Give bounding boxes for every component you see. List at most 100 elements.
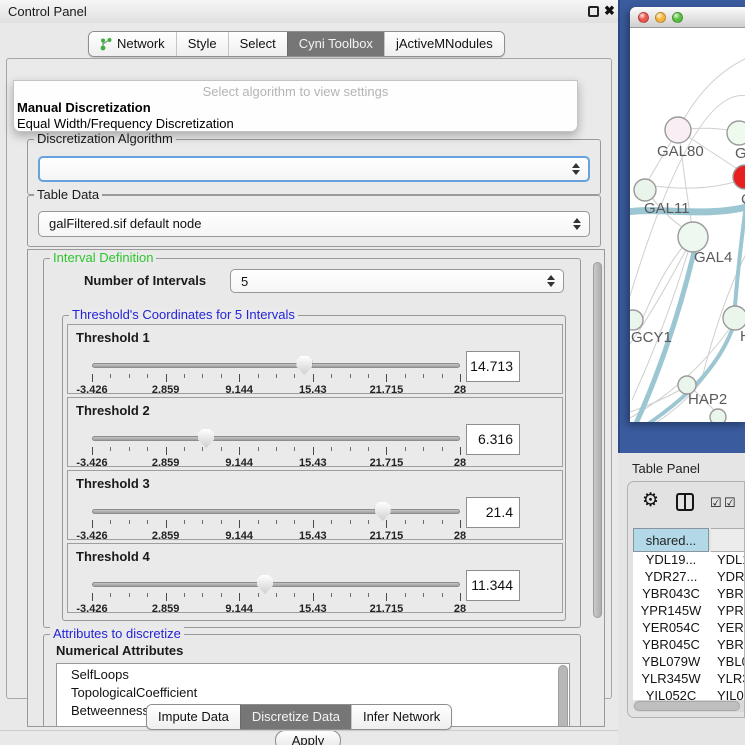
node-label: HAP2 bbox=[688, 391, 727, 408]
column-header-shared[interactable]: shared... bbox=[633, 528, 709, 552]
float-window-icon[interactable] bbox=[588, 6, 599, 17]
node-label: GAL11 bbox=[644, 200, 690, 217]
tab-cyni-toolbox[interactable]: Cyni Toolbox bbox=[287, 32, 384, 56]
tick-mark bbox=[350, 520, 351, 524]
tick-label: 9.144 bbox=[217, 530, 261, 542]
tick-mark bbox=[92, 520, 93, 528]
threshold-row-1: Threshold 1-3.4262.8599.14415.4321.71528… bbox=[67, 324, 563, 394]
threshold-value-field[interactable]: 11.344 bbox=[466, 570, 520, 601]
table-row[interactable]: YDL19...YDL1 bbox=[633, 552, 745, 569]
algorithm-combobox[interactable] bbox=[38, 156, 590, 182]
network-window[interactable]: GAL80GACGAL11GAL4GCY1HAHAP2 bbox=[630, 7, 745, 422]
checkbox-icon[interactable]: ☑ bbox=[710, 495, 722, 511]
tick-mark bbox=[460, 593, 461, 601]
algorithm-option-equal-width[interactable]: Equal Width/Frequency Discretization bbox=[17, 116, 234, 131]
threshold-value-field[interactable]: 6.316 bbox=[466, 424, 520, 455]
network-node-gal4[interactable] bbox=[678, 222, 708, 252]
algorithm-option-manual[interactable]: Manual Discretization bbox=[17, 100, 151, 115]
mac-minimize-button[interactable] bbox=[655, 12, 666, 23]
tick-label: 2.859 bbox=[144, 530, 188, 542]
network-edge-highlight bbox=[735, 198, 745, 306]
network-node[interactable] bbox=[710, 409, 726, 422]
tick-mark bbox=[202, 447, 203, 451]
tab-label: Select bbox=[240, 32, 276, 56]
network-node-gal11[interactable] bbox=[634, 179, 656, 201]
list-scrollbar[interactable] bbox=[558, 665, 568, 727]
tab-label: jActiveMNodules bbox=[396, 32, 493, 56]
threshold-slider-3[interactable]: -3.4262.8599.14415.4321.71528 bbox=[92, 501, 460, 539]
tab-network[interactable]: Network bbox=[89, 32, 176, 56]
gear-icon[interactable]: ⚙ bbox=[642, 489, 659, 512]
horizontal-scrollbar[interactable] bbox=[633, 700, 745, 712]
table-row[interactable]: YDR27...YDR2 bbox=[633, 569, 745, 586]
column-header-name[interactable]: na bbox=[711, 528, 745, 552]
threshold-value-field[interactable]: 14.713 bbox=[466, 351, 520, 382]
node-label: GCY1 bbox=[631, 329, 672, 346]
tick-mark bbox=[442, 593, 443, 597]
cell-shared-name: YPR145W bbox=[633, 603, 709, 618]
threshold-value-field[interactable]: 21.4 bbox=[466, 497, 520, 528]
tick-label: 28 bbox=[438, 457, 482, 469]
tick-label: 2.859 bbox=[144, 457, 188, 469]
checkbox-icon[interactable]: ☑ bbox=[724, 495, 736, 511]
mac-close-button[interactable] bbox=[638, 12, 649, 23]
threshold-coordinates-group: Threshold's Coordinates for 5 Intervals … bbox=[62, 315, 566, 621]
node-label: HA bbox=[740, 328, 745, 345]
tick-label: 15.43 bbox=[291, 603, 335, 615]
network-node-gcy1[interactable] bbox=[630, 310, 643, 330]
network-canvas[interactable]: GAL80GACGAL11GAL4GCY1HAHAP2 bbox=[630, 28, 745, 422]
network-icon bbox=[100, 37, 112, 51]
table-body: YDL19...YDL1YDR27...YDR2YBR043CYBR0YPR14… bbox=[633, 552, 745, 700]
network-window-titlebar bbox=[630, 7, 745, 28]
slider-thumb[interactable] bbox=[198, 429, 214, 448]
table-row[interactable]: YBR045CYBR0 bbox=[633, 637, 745, 654]
bottom-tab-bar: Impute DataDiscretize Data Infer Network bbox=[146, 704, 452, 730]
table-row[interactable]: YER054CYER0 bbox=[633, 620, 745, 637]
cell-name: YIL0 bbox=[717, 688, 744, 700]
list-item[interactable]: SelfLoops bbox=[57, 666, 569, 684]
threshold-slider-1[interactable]: -3.4262.8599.14415.4321.71528 bbox=[92, 355, 460, 393]
network-node-gal80[interactable] bbox=[665, 117, 691, 143]
number-of-intervals-combobox[interactable]: 5 bbox=[230, 269, 564, 293]
table-row[interactable]: YBL079WYBL0 bbox=[633, 654, 745, 671]
apply-button[interactable]: Apply bbox=[275, 730, 341, 745]
close-icon[interactable]: ✖ bbox=[604, 3, 615, 19]
network-node-c[interactable] bbox=[733, 165, 745, 189]
scrollbar-thumb[interactable] bbox=[634, 701, 740, 711]
slider-track bbox=[92, 436, 460, 441]
bottom-tab-discretize-data[interactable]: Discretize Data bbox=[240, 705, 351, 729]
threshold-slider-2[interactable]: -3.4262.8599.14415.4321.71528 bbox=[92, 428, 460, 466]
tab-jactivemnodules[interactable]: jActiveMNodules bbox=[384, 32, 504, 56]
bottom-tab-label: Infer Network bbox=[363, 705, 440, 729]
tick-mark bbox=[258, 593, 259, 597]
table-data-combobox[interactable]: galFiltered.sif default node bbox=[38, 211, 590, 237]
table-row[interactable]: YBR043CYBR0 bbox=[633, 586, 745, 603]
vertical-scrollbar[interactable] bbox=[593, 262, 602, 618]
slider-thumb[interactable] bbox=[375, 502, 391, 521]
network-edge bbox=[654, 181, 738, 188]
cell-shared-name: YLR345W bbox=[633, 671, 709, 686]
node-label: GAL80 bbox=[657, 143, 704, 160]
tick-mark bbox=[221, 374, 222, 378]
bottom-tab-infer-network[interactable]: Infer Network bbox=[351, 705, 451, 729]
table-row[interactable]: YIL052CYIL0 bbox=[633, 688, 745, 700]
tick-mark bbox=[276, 374, 277, 378]
tab-select[interactable]: Select bbox=[228, 32, 287, 56]
tick-mark bbox=[460, 447, 461, 455]
tick-mark bbox=[166, 374, 167, 382]
bottom-tab-impute-data[interactable]: Impute Data bbox=[147, 705, 240, 729]
table-row[interactable]: YPR145WYPR1 bbox=[633, 603, 745, 620]
threshold-slider-4[interactable]: -3.4262.8599.14415.4321.71528 bbox=[92, 574, 460, 612]
network-node-ga[interactable] bbox=[727, 121, 745, 145]
network-node-ha[interactable] bbox=[723, 306, 745, 330]
list-item[interactable]: TopologicalCoefficient bbox=[57, 684, 569, 702]
mac-zoom-button[interactable] bbox=[672, 12, 683, 23]
split-columns-icon[interactable] bbox=[676, 493, 694, 511]
control-panel-titlebar: Control Panel ✖ bbox=[0, 0, 618, 23]
discretization-algorithm-group: Discretization Algorithm bbox=[27, 139, 601, 195]
table-row[interactable]: YLR345WYLR3 bbox=[633, 671, 745, 688]
tab-style[interactable]: Style bbox=[176, 32, 228, 56]
slider-thumb[interactable] bbox=[296, 356, 312, 375]
slider-thumb[interactable] bbox=[257, 575, 273, 594]
tick-mark bbox=[313, 520, 314, 528]
